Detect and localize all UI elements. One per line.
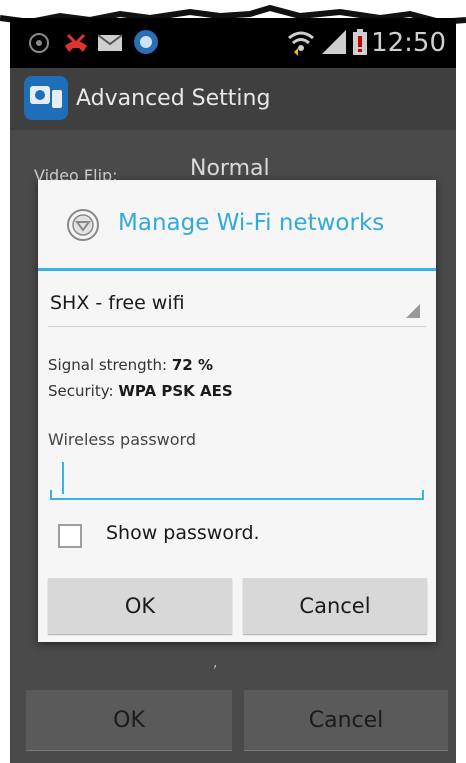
password-label: Wireless password <box>48 430 196 449</box>
action-bar: Advanced Setting <box>10 68 456 130</box>
signal-strength-value: 72 % <box>171 356 213 374</box>
wifi-icon <box>288 31 314 56</box>
email-icon <box>97 34 123 51</box>
manage-wifi-dialog: Manage Wi-Fi networks SHX - free wifi Si… <box>38 180 444 642</box>
security-value: WPA PSK AES <box>118 382 233 400</box>
title-divider <box>38 268 436 271</box>
page-title: Advanced Setting <box>76 86 271 111</box>
signal-icon <box>322 30 346 54</box>
app-logo-icon <box>24 76 68 120</box>
bottom-button-bar: OK Cancel <box>10 690 456 763</box>
wifi-settings-icon <box>67 209 99 241</box>
dropdown-arrow-icon <box>406 304 420 318</box>
signal-strength-row: Signal strength: 72 % <box>48 356 213 374</box>
dialog-title: Manage Wi-Fi networks <box>118 210 385 236</box>
password-underline <box>50 498 424 500</box>
password-input[interactable] <box>50 460 444 496</box>
security-row: Security: WPA PSK AES <box>48 382 233 400</box>
video-flip-select[interactable]: Normal <box>190 156 270 181</box>
security-label: Security: <box>48 382 114 400</box>
background-cancel-button[interactable]: Cancel <box>244 690 448 750</box>
app-notification-icon <box>134 30 158 54</box>
ok-button[interactable]: OK <box>48 578 232 634</box>
status-bar: 12:50 <box>10 18 456 68</box>
text-cursor <box>62 462 64 494</box>
background-ok-button[interactable]: OK <box>26 690 232 750</box>
status-time: 12:50 <box>371 28 446 58</box>
network-select-value: SHX - free wifi <box>50 292 185 314</box>
battery-warning-icon <box>353 29 367 55</box>
dialog-header: Manage Wi-Fi networks <box>38 180 436 268</box>
show-password-label[interactable]: Show password. <box>106 522 260 544</box>
signal-strength-label: Signal strength: <box>48 356 168 374</box>
missed-call-icon <box>65 33 87 52</box>
network-select[interactable]: SHX - free wifi <box>48 280 426 327</box>
cancel-button[interactable]: Cancel <box>243 578 427 634</box>
show-password-checkbox[interactable] <box>58 524 82 548</box>
sd-card-icon <box>29 33 49 53</box>
